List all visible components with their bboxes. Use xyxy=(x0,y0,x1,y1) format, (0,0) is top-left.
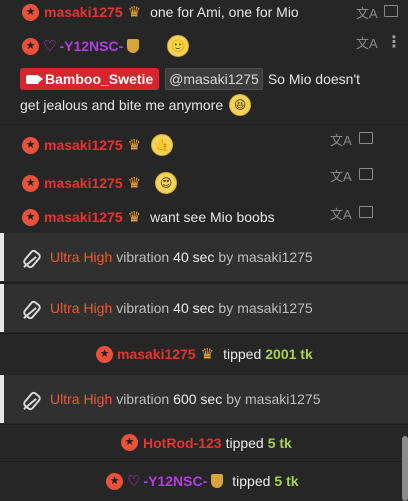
vibration-level: Ultra High xyxy=(50,300,113,316)
vibration-level: Ultra High xyxy=(50,391,113,407)
message-text: one for Ami, one for Mio xyxy=(150,4,299,20)
tipped-word: tipped xyxy=(225,434,264,451)
chat-message: ★ masaki1275 ♛ one for Ami, one for Mio … xyxy=(0,0,408,26)
report-flag-icon[interactable] xyxy=(359,206,373,218)
emoji-grin-squint: 😆 xyxy=(229,94,252,116)
vibration-word: vibration xyxy=(116,300,170,316)
camera-icon xyxy=(26,74,43,84)
crown-icon: ♛ xyxy=(127,209,142,226)
translate-icon[interactable]: 文A xyxy=(330,130,352,149)
username[interactable]: masaki1275 xyxy=(44,209,123,225)
tip-event: ★ HotRod-123 tipped 5 tk xyxy=(0,426,408,460)
report-flag-icon[interactable] xyxy=(359,168,373,180)
vibration-icon xyxy=(22,300,38,316)
shield-icon xyxy=(127,39,140,53)
star-icon: ★ xyxy=(22,208,39,226)
translate-icon[interactable]: 文A xyxy=(356,3,378,22)
chat-message-broadcaster: Bamboo_Swetie @masaki1275 So Mio doesn't… xyxy=(0,64,408,122)
report-flag-icon[interactable] xyxy=(359,132,373,144)
vibration-duration: 600 sec xyxy=(173,391,223,407)
event-accent-bar xyxy=(0,233,4,281)
vibration-duration: 40 sec xyxy=(173,300,215,316)
more-options-icon[interactable]: ⋮ xyxy=(386,35,402,51)
emoji-call-me: 🤙 xyxy=(151,134,174,156)
heart-icon: ♡ xyxy=(127,473,141,490)
scrollbar[interactable] xyxy=(402,436,408,501)
vibration-event: Ultra High vibration 40 sec by masaki127… xyxy=(0,233,408,281)
emoji-heart-eyes: 😍 xyxy=(155,172,178,194)
tip-amount: 5 tk xyxy=(274,473,299,489)
star-icon: ★ xyxy=(22,3,39,21)
tipper-username[interactable]: HotRod-123 xyxy=(143,435,222,451)
crown-icon: ♛ xyxy=(127,4,142,21)
tipped-word: tipped xyxy=(223,346,262,362)
vibration-user[interactable]: masaki1275 xyxy=(237,249,313,265)
vibration-user[interactable]: masaki1275 xyxy=(237,300,313,316)
star-icon: ★ xyxy=(22,174,39,192)
star-icon: ★ xyxy=(96,345,113,363)
broadcaster-badge[interactable]: Bamboo_Swetie xyxy=(20,68,160,90)
crown-icon: ♛ xyxy=(127,137,142,154)
vibration-duration: 40 sec xyxy=(173,249,215,265)
translate-icon[interactable]: 文A xyxy=(356,33,378,52)
username[interactable]: -Y12NSC- xyxy=(59,38,123,54)
event-accent-bar xyxy=(0,375,4,423)
by-word: by xyxy=(226,391,242,407)
tipper-username[interactable]: masaki1275 xyxy=(117,346,196,362)
tip-event: ★ masaki1275 ♛ tipped 2001 tk xyxy=(0,335,408,373)
emoji-slight-smile: 🙂 xyxy=(167,35,190,57)
heart-icon: ♡ xyxy=(43,38,57,55)
report-flag-icon[interactable] xyxy=(384,5,398,17)
message-text: So Mio doesn't xyxy=(267,71,361,87)
chat-message: ★ masaki1275 ♛ want see Mio boobs 文A xyxy=(0,200,408,230)
message-text-line2: get jealous and bite me anymore xyxy=(20,97,224,113)
chat-message: ★ masaki1275 ♛ 😍 文A xyxy=(0,162,408,198)
tip-amount: 5 tk xyxy=(267,434,292,451)
vibration-event: Ultra High vibration 600 sec by masaki12… xyxy=(0,375,408,423)
crown-icon: ♛ xyxy=(200,346,215,363)
vibration-word: vibration xyxy=(116,249,170,265)
star-icon: ★ xyxy=(121,434,138,451)
tipper-username[interactable]: -Y12NSC- xyxy=(143,473,207,489)
vibration-icon xyxy=(22,249,38,265)
username[interactable]: masaki1275 xyxy=(44,175,123,191)
vibration-level: Ultra High xyxy=(50,249,113,265)
event-accent-bar xyxy=(0,284,4,332)
username[interactable]: masaki1275 xyxy=(44,137,123,153)
chat-message: ★ ♡ -Y12NSC- 🙂 文A ⋮ xyxy=(0,28,408,62)
star-icon: ★ xyxy=(22,37,39,55)
chat-message: ★ masaki1275 ♛ 🤙 文A xyxy=(0,126,408,158)
star-icon: ★ xyxy=(22,136,39,154)
vibration-word: vibration xyxy=(116,391,170,407)
shield-icon xyxy=(211,474,224,488)
by-word: by xyxy=(218,249,234,265)
vibration-user[interactable]: masaki1275 xyxy=(245,391,321,407)
star-icon: ★ xyxy=(106,472,123,490)
tip-amount: 2001 tk xyxy=(265,346,313,362)
vibration-event: Ultra High vibration 40 sec by masaki127… xyxy=(0,284,408,332)
crown-icon: ♛ xyxy=(127,175,142,192)
by-word: by xyxy=(218,300,234,316)
mention-tag[interactable]: @masaki1275 xyxy=(165,68,263,90)
tip-event: ★ ♡ -Y12NSC- tipped 5 tk xyxy=(0,463,408,501)
message-text: want see Mio boobs xyxy=(150,209,275,225)
vibration-icon xyxy=(22,391,38,407)
tipped-word: tipped xyxy=(232,473,271,489)
translate-icon[interactable]: 文A xyxy=(330,166,352,185)
username[interactable]: masaki1275 xyxy=(44,4,123,20)
broadcaster-name: Bamboo_Swetie xyxy=(45,71,154,87)
translate-icon[interactable]: 文A xyxy=(330,204,352,223)
